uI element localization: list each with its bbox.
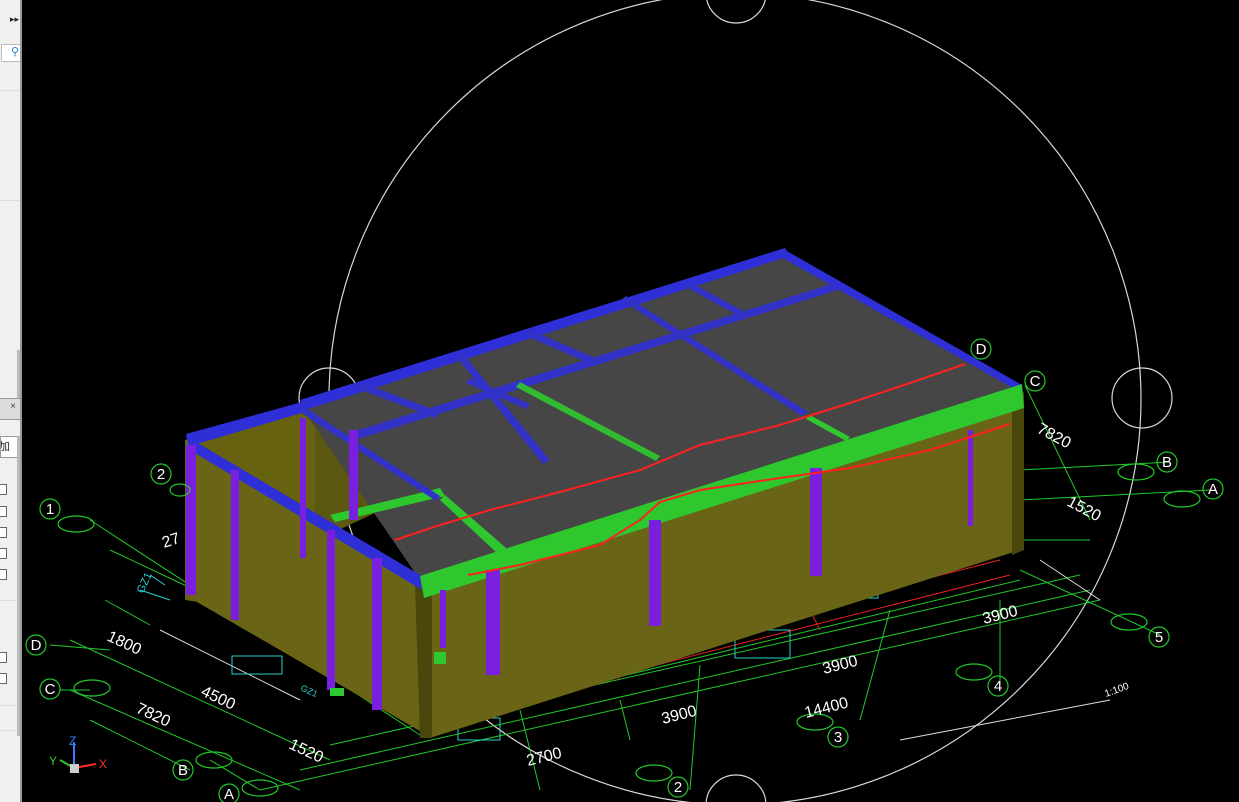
footing xyxy=(330,688,344,696)
axis-label: D xyxy=(976,341,987,358)
ucs-x-label: X xyxy=(99,757,107,771)
column[interactable] xyxy=(440,590,446,648)
layer-checkbox[interactable] xyxy=(0,652,7,663)
layer-checkbox[interactable] xyxy=(0,527,7,538)
axis-label: C xyxy=(1030,373,1041,390)
column[interactable] xyxy=(649,520,661,626)
column[interactable] xyxy=(810,468,822,576)
left-panel: ▸▸ ⚲ × 加 xyxy=(0,0,22,802)
panel-divider xyxy=(0,200,20,201)
axis-label: B xyxy=(178,762,188,779)
layer-checkbox[interactable] xyxy=(0,569,7,580)
close-icon[interactable]: × xyxy=(10,401,16,412)
layer-checkbox[interactable] xyxy=(0,673,7,684)
axis-label: 1 xyxy=(46,501,54,518)
ucs-z-label: Z xyxy=(69,734,76,748)
axis-label: 3 xyxy=(834,729,842,746)
axis-label: 2 xyxy=(674,779,682,796)
layer-checkbox[interactable] xyxy=(0,484,7,495)
axis-label: C xyxy=(45,681,56,698)
column[interactable] xyxy=(968,430,973,526)
axis-label: 5 xyxy=(1155,629,1163,646)
column[interactable] xyxy=(349,430,358,520)
axis-label: A xyxy=(224,786,234,802)
column[interactable] xyxy=(300,418,306,558)
footing xyxy=(434,652,446,664)
layer-checkbox[interactable] xyxy=(0,548,7,559)
axis-label: 2 xyxy=(157,466,165,483)
axis-label: A xyxy=(1208,481,1218,498)
layer-checkbox[interactable] xyxy=(0,506,7,517)
column[interactable] xyxy=(486,570,500,675)
column[interactable] xyxy=(186,445,196,595)
expand-panel-button[interactable]: ▸▸ xyxy=(0,14,20,32)
drawing-viewport[interactable]: GZ1 GZ1 1 2 D C B A D C B A 5 4 3 2 1800… xyxy=(22,0,1239,802)
panel-scrollbar[interactable] xyxy=(17,436,20,736)
panel-scrollbar[interactable] xyxy=(17,350,20,398)
ucs-y-label: Y xyxy=(49,754,57,768)
search-icon[interactable]: ⚲ xyxy=(1,44,20,62)
axis-label: B xyxy=(1162,454,1172,471)
column[interactable] xyxy=(372,558,382,710)
column[interactable] xyxy=(327,530,335,690)
panel-divider xyxy=(0,90,20,91)
axis-label: D xyxy=(31,637,42,654)
right-end-wall[interactable] xyxy=(1012,392,1024,555)
axis-label: 4 xyxy=(994,678,1002,695)
column[interactable] xyxy=(231,470,239,620)
